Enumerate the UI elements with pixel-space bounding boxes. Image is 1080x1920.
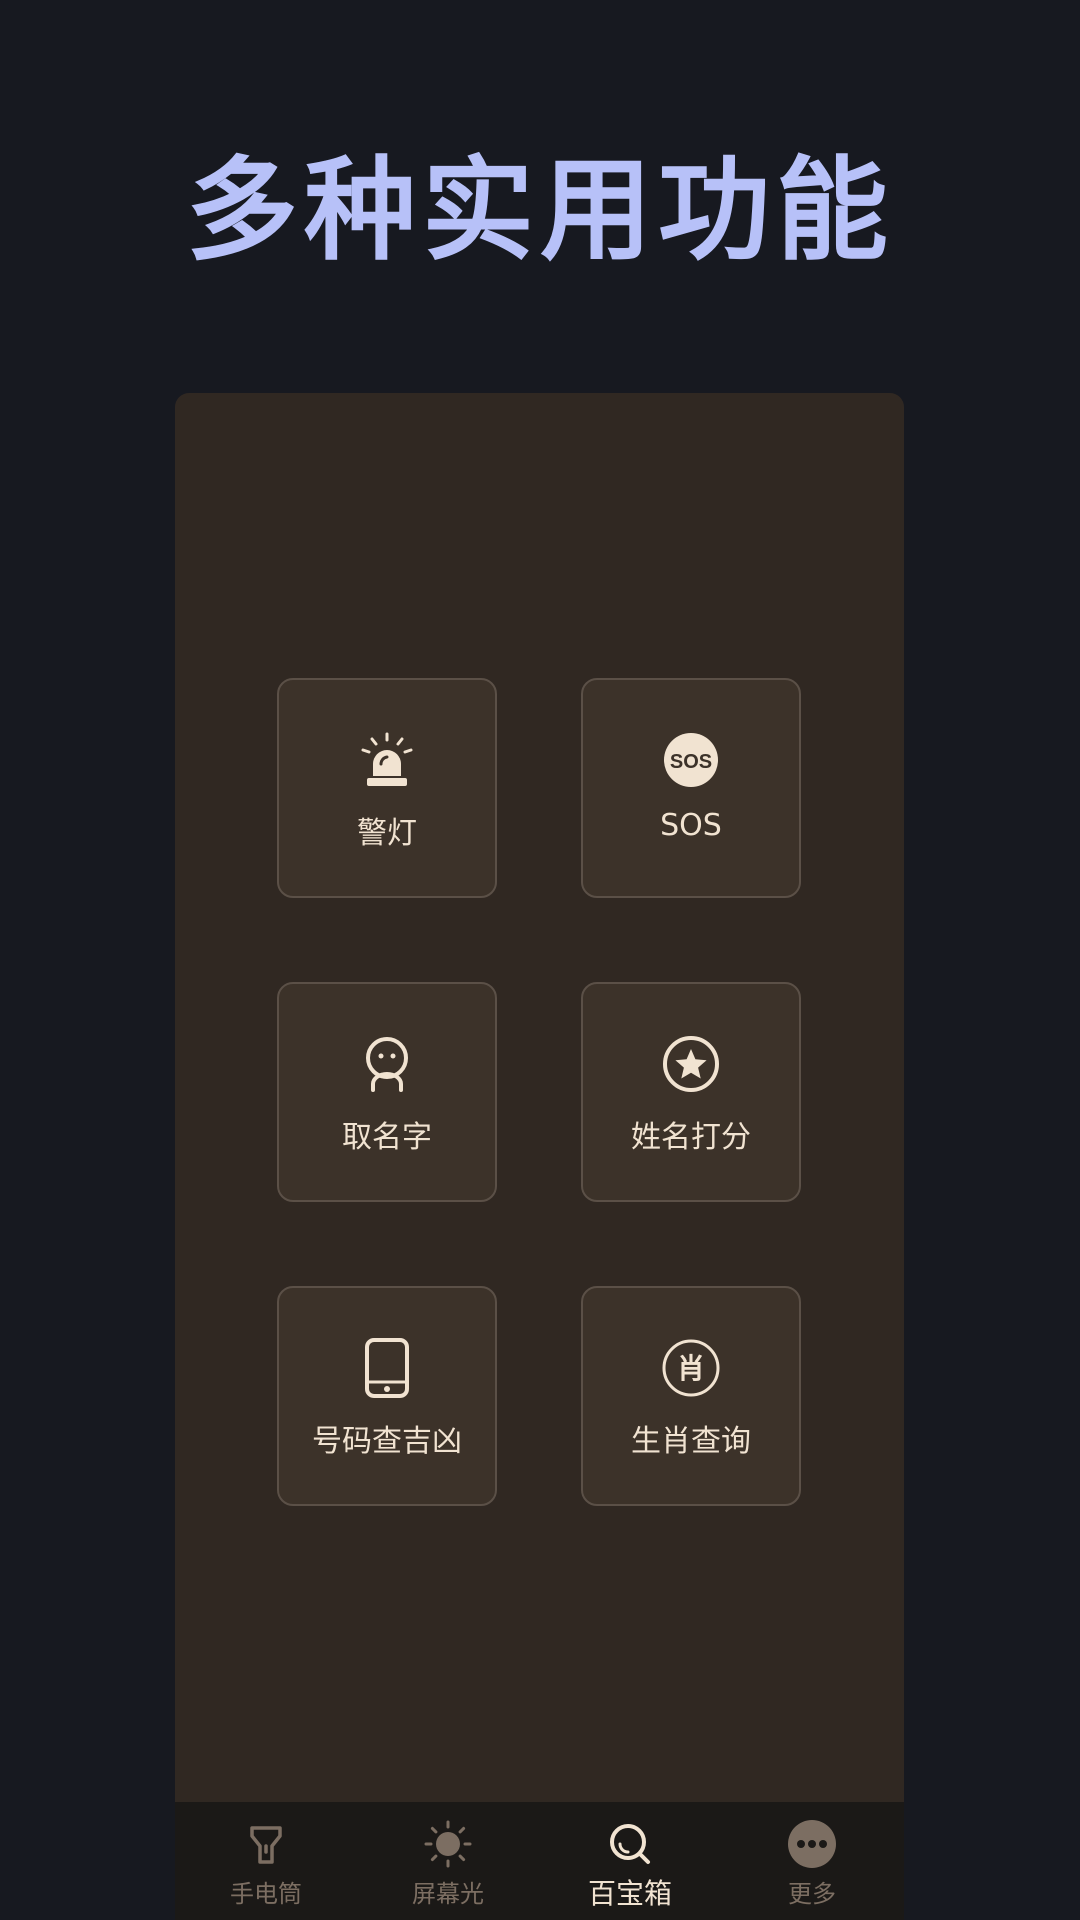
- tool-tile-name-score[interactable]: 姓名打分: [581, 982, 801, 1202]
- tab-toolbox[interactable]: 百宝箱: [539, 1802, 721, 1920]
- phone-icon: [365, 1338, 409, 1398]
- tab-more[interactable]: 更多: [721, 1802, 903, 1920]
- tool-label: 警灯: [357, 816, 417, 851]
- zodiac-icon: 肖: [662, 1339, 720, 1397]
- tool-tile-naming[interactable]: 取名字: [277, 982, 497, 1202]
- tool-label: 号码查吉凶: [312, 1424, 462, 1459]
- search-icon: [610, 1824, 650, 1864]
- sos-icon-text: SOS: [670, 751, 712, 773]
- more-icon: [788, 1820, 836, 1868]
- tool-tile-number-fortune[interactable]: 号码查吉凶: [277, 1286, 497, 1506]
- tool-label: SOS: [660, 808, 722, 843]
- sun-icon: [424, 1820, 472, 1868]
- flashlight-icon: [250, 1826, 282, 1864]
- sos-icon: SOS: [664, 733, 718, 787]
- tab-label: 屏幕光: [412, 1880, 484, 1908]
- bottom-tab-bar: 手电筒 屏幕光 百宝箱 更多: [175, 1802, 904, 1920]
- tool-tile-sos[interactable]: SOS SOS: [581, 678, 801, 898]
- tab-label: 手电筒: [230, 1880, 302, 1908]
- tool-label: 取名字: [342, 1120, 432, 1155]
- tab-label: 百宝箱: [587, 1877, 672, 1910]
- tool-label: 生肖查询: [631, 1424, 751, 1459]
- tool-label: 姓名打分: [631, 1120, 751, 1155]
- phone-screen: 警灯 SOS SOS 取名字 姓名打分 号码查吉凶 肖 生肖查询 手电筒 屏幕光…: [175, 393, 904, 1920]
- promo-page: 多种实用功能 警灯 SOS SOS 取名字 姓名打分 号码查吉凶 肖 生肖查询 …: [0, 0, 1080, 1920]
- siren-icon: [361, 732, 413, 786]
- tool-tile-zodiac[interactable]: 肖 生肖查询: [581, 1286, 801, 1506]
- tool-tile-police-light[interactable]: 警灯: [277, 678, 497, 898]
- tab-label: 更多: [788, 1880, 836, 1908]
- zodiac-icon-text: 肖: [677, 1352, 705, 1385]
- person-icon: [366, 1037, 408, 1092]
- tab-flashlight[interactable]: 手电筒: [175, 1802, 357, 1920]
- tab-screen-light[interactable]: 屏幕光: [357, 1802, 539, 1920]
- star-circle-icon: [663, 1036, 719, 1092]
- promo-headline: 多种实用功能: [186, 146, 894, 276]
